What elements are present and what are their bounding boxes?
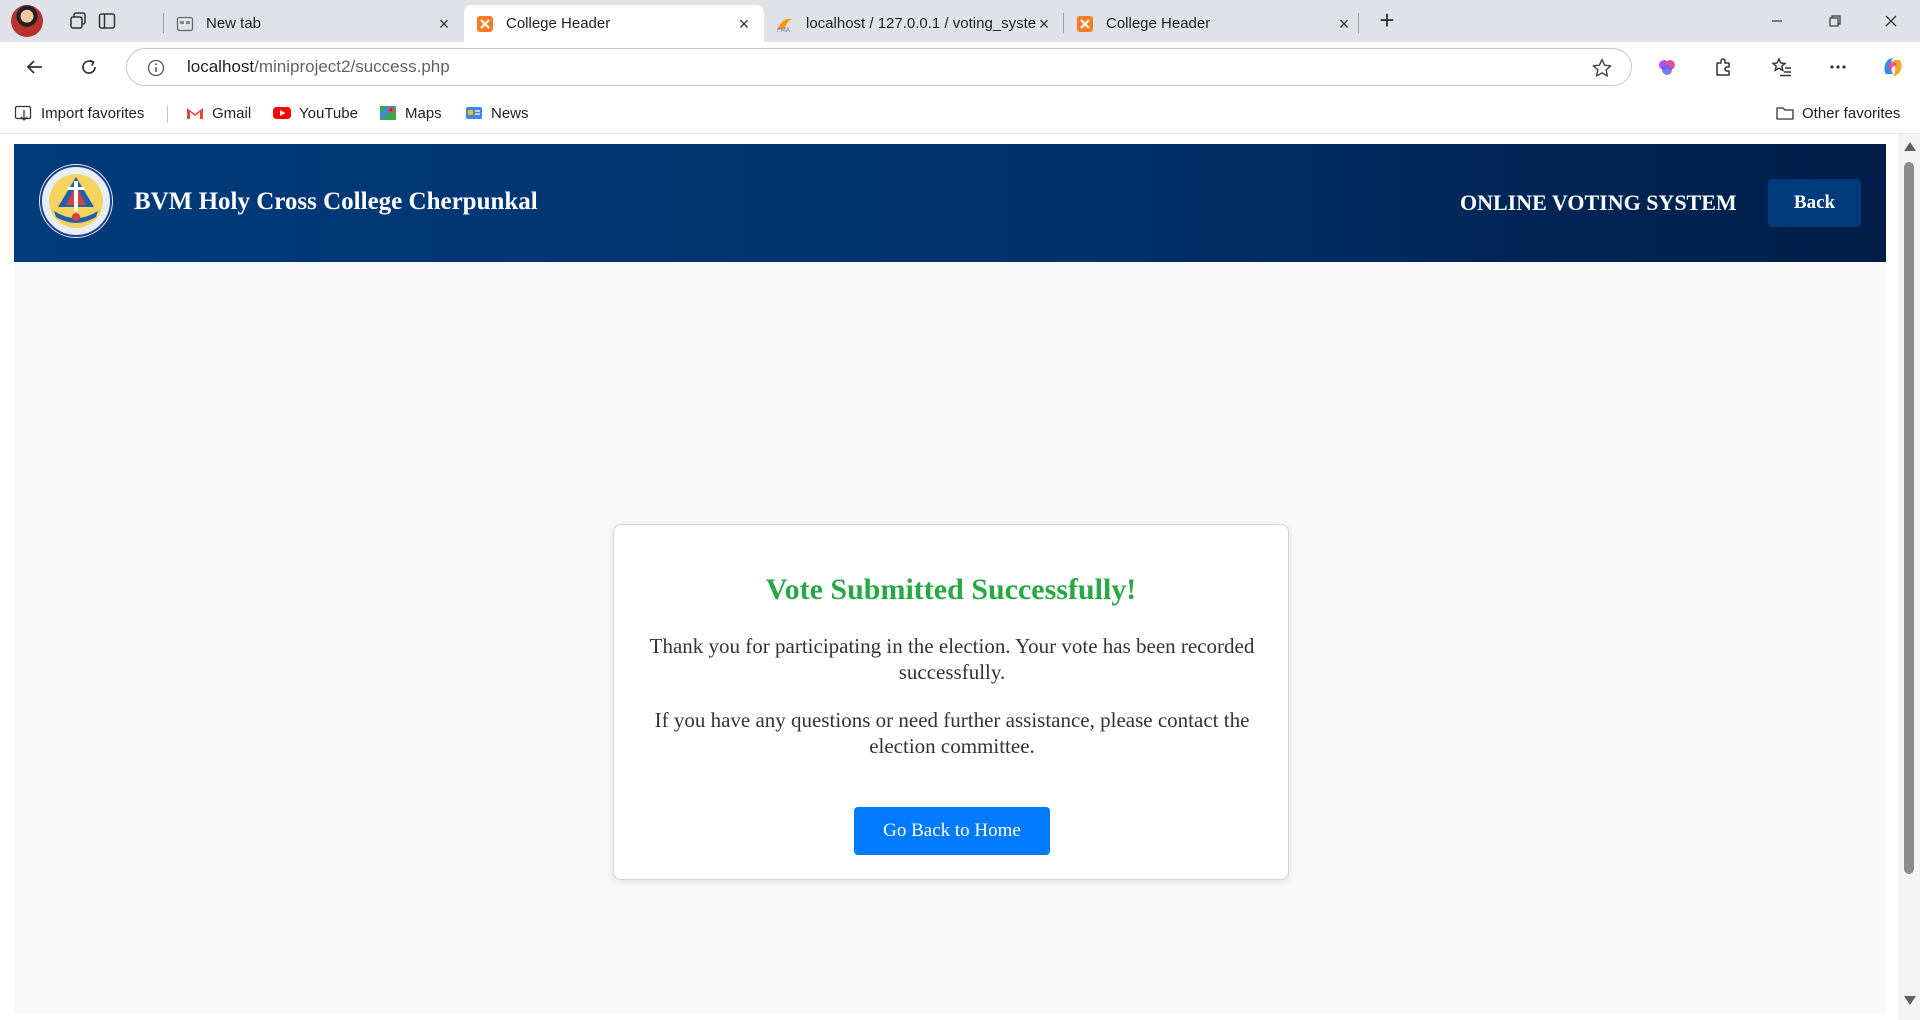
vertical-scrollbar[interactable] bbox=[1898, 134, 1920, 1020]
page-body: BVM Holy Cross College Cherpunkal ONLINE… bbox=[14, 144, 1886, 1014]
restore-icon[interactable] bbox=[1806, 0, 1864, 42]
success-heading: Vote Submitted Successfully! bbox=[765, 573, 1137, 606]
vertical-tabs-icon[interactable] bbox=[87, 4, 127, 38]
close-icon[interactable]: × bbox=[436, 15, 452, 33]
scroll-thumb[interactable] bbox=[1904, 162, 1914, 874]
svg-text:PMA: PMA bbox=[777, 27, 791, 33]
close-window-icon[interactable] bbox=[1862, 0, 1920, 42]
xampp-icon bbox=[1077, 15, 1093, 32]
favorite-label: Import favorites bbox=[41, 104, 145, 122]
back-arrow-icon[interactable] bbox=[18, 51, 52, 83]
tab-phpmyadmin[interactable]: PMA localhost / 127.0.0.1 / voting_syste… bbox=[764, 5, 1064, 42]
copilot-brain-icon[interactable] bbox=[1650, 51, 1684, 83]
news-icon bbox=[466, 107, 482, 119]
newtab-icon bbox=[176, 16, 194, 31]
favorites-bar: Import favorites Gmail YouTube Maps News… bbox=[0, 92, 1920, 134]
favorite-import[interactable]: Import favorites bbox=[14, 102, 144, 124]
scroll-up-arrow-icon[interactable] bbox=[1904, 142, 1916, 151]
close-icon[interactable]: × bbox=[736, 15, 752, 33]
extensions-icon[interactable] bbox=[1706, 51, 1740, 83]
close-icon[interactable]: × bbox=[1336, 15, 1352, 33]
tab-title: College Header bbox=[1106, 15, 1211, 32]
favorite-label: Gmail bbox=[212, 104, 252, 122]
other-favorites[interactable]: Other favorites bbox=[1775, 102, 1900, 124]
contact-message: If you have any questions or need furthe… bbox=[654, 708, 1250, 758]
college-name: BVM Holy Cross College Cherpunkal bbox=[134, 188, 538, 215]
url-path: /miniproject2/success.php bbox=[254, 57, 450, 76]
more-options-icon[interactable] bbox=[1821, 51, 1855, 83]
folder-icon bbox=[1776, 107, 1794, 120]
new-tab-plus-icon[interactable]: + bbox=[1372, 6, 1402, 36]
tab-title: localhost / 127.0.0.1 / voting_system bbox=[806, 15, 1036, 32]
phpmyadmin-icon: PMA bbox=[777, 18, 792, 33]
browser-toolbar: localhost/miniproject2/success.php bbox=[0, 42, 1920, 92]
scroll-down-arrow-icon[interactable] bbox=[1904, 996, 1916, 1005]
tab-strip: New tab × College Header × PMA localhost… bbox=[0, 0, 1920, 42]
import-icon bbox=[14, 105, 32, 121]
college-logo-icon bbox=[39, 164, 113, 238]
system-title: ONLINE VOTING SYSTEM bbox=[1460, 190, 1737, 215]
favorite-star-icon[interactable] bbox=[1591, 57, 1613, 79]
favorite-label: Maps bbox=[405, 104, 442, 122]
favorites-list-icon[interactable] bbox=[1765, 51, 1799, 83]
favorite-youtube[interactable]: YouTube bbox=[272, 102, 358, 124]
back-button[interactable]: Back bbox=[1768, 179, 1861, 227]
favorite-news[interactable]: News bbox=[464, 102, 529, 124]
close-icon[interactable]: × bbox=[1036, 15, 1052, 33]
thank-you-message: Thank you for participating in the elect… bbox=[649, 634, 1255, 684]
url-text[interactable]: localhost/miniproject2/success.php bbox=[187, 57, 450, 77]
tab-title: College Header bbox=[506, 15, 611, 32]
youtube-icon bbox=[273, 107, 291, 119]
copilot-icon[interactable] bbox=[1876, 51, 1910, 83]
minimize-icon[interactable] bbox=[1748, 0, 1806, 42]
xampp-icon bbox=[477, 15, 493, 32]
other-favorites-label: Other favorites bbox=[1802, 104, 1901, 122]
tab-new-tab[interactable]: New tab × bbox=[164, 5, 464, 42]
page-viewport: BVM Holy Cross College Cherpunkal ONLINE… bbox=[0, 134, 1920, 1020]
site-header: BVM Holy Cross College Cherpunkal ONLINE… bbox=[14, 144, 1886, 262]
success-card: Vote Submitted Successfully! Thank you f… bbox=[613, 524, 1289, 880]
url-host: localhost bbox=[187, 57, 255, 76]
go-home-button[interactable]: Go Back to Home bbox=[854, 807, 1050, 855]
tab-college-header[interactable]: College Header × bbox=[1064, 5, 1364, 42]
info-icon[interactable] bbox=[147, 59, 165, 77]
favorite-gmail[interactable]: Gmail bbox=[185, 102, 251, 124]
refresh-icon[interactable] bbox=[72, 51, 106, 83]
tab-title: New tab bbox=[206, 15, 262, 32]
profile-avatar[interactable] bbox=[11, 5, 43, 37]
favorite-label: YouTube bbox=[299, 104, 358, 122]
favorite-label: News bbox=[491, 104, 529, 122]
maps-icon bbox=[380, 106, 396, 120]
gmail-icon bbox=[187, 108, 203, 119]
address-bar[interactable]: localhost/miniproject2/success.php bbox=[126, 48, 1632, 86]
tab-college-header-active[interactable]: College Header × bbox=[464, 5, 764, 42]
favorite-maps[interactable]: Maps bbox=[378, 102, 442, 124]
